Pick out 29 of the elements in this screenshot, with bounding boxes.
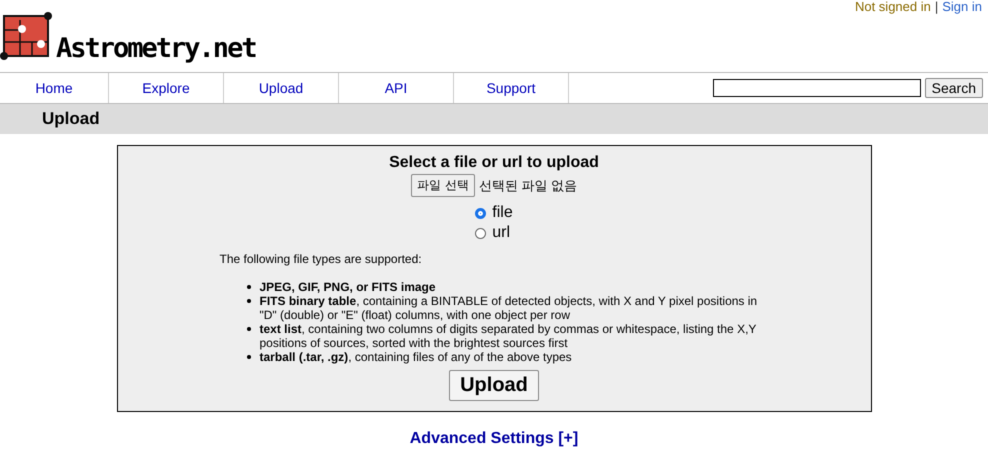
- search-button[interactable]: Search: [924, 78, 983, 98]
- choose-file-button[interactable]: 파일 선택: [410, 174, 475, 197]
- advanced-settings-link[interactable]: Advanced Settings [+]: [410, 430, 578, 447]
- bullet-icon: [246, 327, 250, 331]
- sign-in-link[interactable]: Sign in: [942, 0, 982, 14]
- nav-link[interactable]: Support: [454, 73, 569, 103]
- logo-icon: [0, 12, 54, 60]
- radio-button[interactable]: [475, 228, 486, 238]
- file-type-item: tarball (.tar, .gz), containing files of any of the above types: [260, 350, 572, 364]
- intro-text: The following file types are supported:: [220, 252, 422, 266]
- nav-link[interactable]: Explore: [109, 73, 224, 103]
- search-field[interactable]: [712, 79, 921, 97]
- radio-label[interactable]: url: [492, 223, 510, 243]
- nav-link[interactable]: Home: [0, 73, 109, 103]
- file-status: 선택된 파일 없음: [478, 176, 578, 194]
- radio-button[interactable]: [475, 208, 486, 218]
- bullet-icon: [246, 285, 250, 289]
- form-heading: Select a file or url to upload: [389, 154, 599, 172]
- page-title: Upload: [42, 109, 100, 129]
- sign-in-status: Not signed in: [854, 0, 931, 14]
- bullet-icon: [246, 299, 250, 303]
- separator-text: |: [934, 0, 938, 14]
- nav-link[interactable]: Upload: [224, 73, 339, 103]
- bullet-icon: [246, 355, 250, 359]
- nav-link[interactable]: API: [339, 73, 454, 103]
- file-type-item: JPEG, GIF, PNG, or FITS image: [260, 280, 436, 294]
- radio-label[interactable]: file: [492, 203, 513, 223]
- upload-button[interactable]: Upload: [449, 370, 539, 401]
- site-logo-text[interactable]: Astrometry.net: [56, 34, 256, 64]
